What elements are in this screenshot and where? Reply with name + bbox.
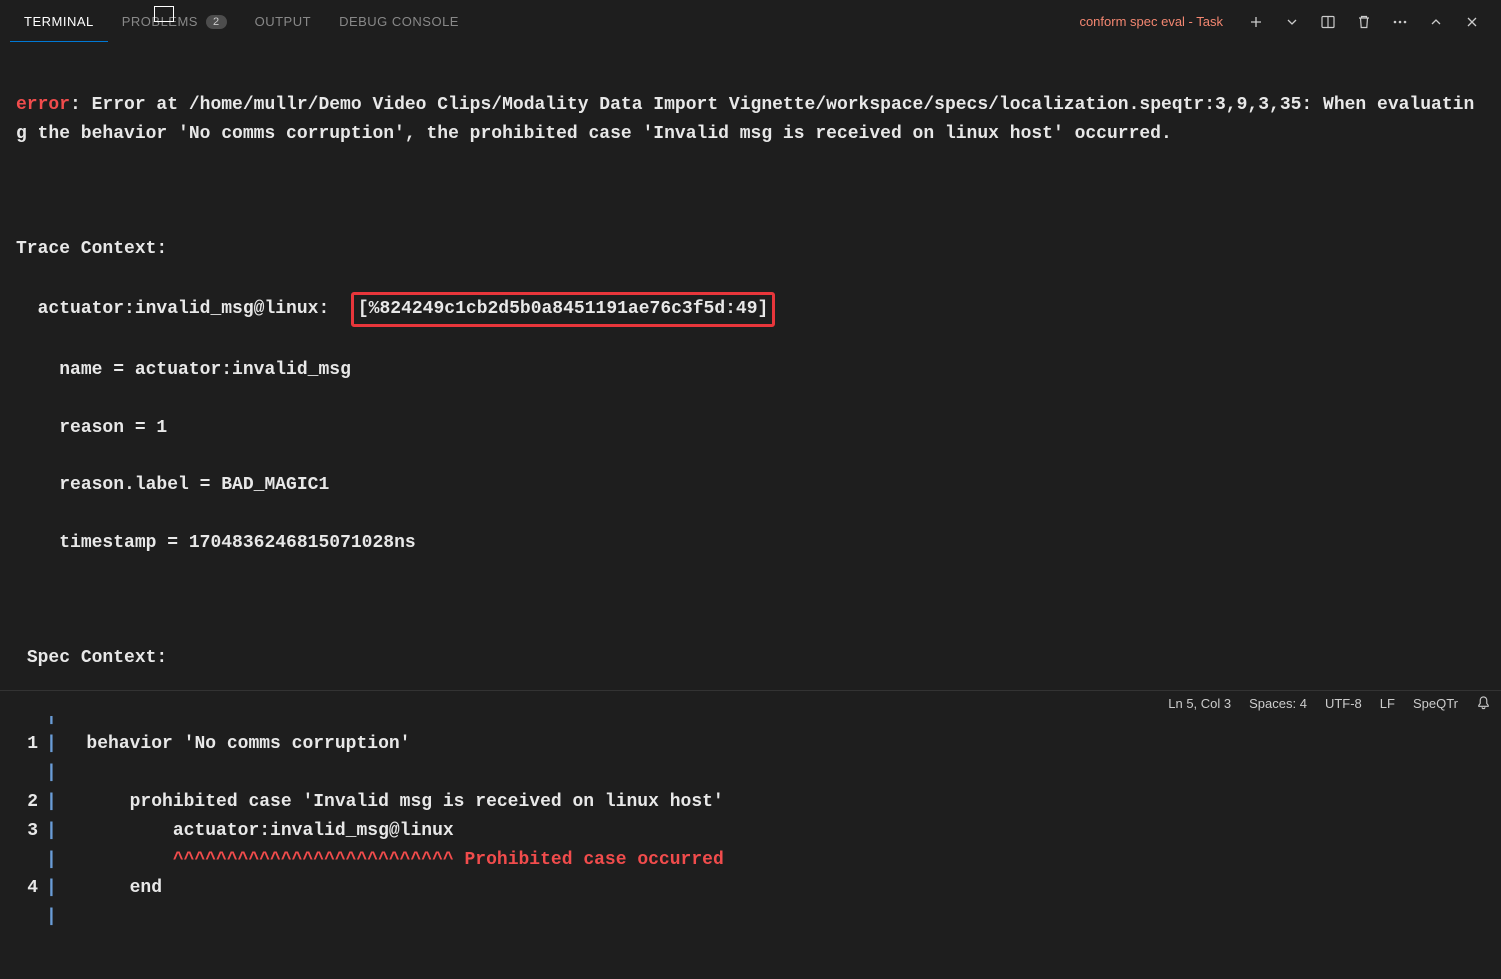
gutter-separator: |	[38, 817, 65, 846]
notifications-icon[interactable]	[1476, 695, 1491, 713]
split-terminal-button[interactable]	[1317, 11, 1339, 33]
task-name: conform spec eval - Task	[1079, 14, 1223, 29]
trace-context-header: Trace Context:	[16, 235, 1485, 264]
trace-prefix: actuator:invalid_msg@linux:	[16, 299, 351, 319]
status-eol[interactable]: LF	[1380, 696, 1395, 711]
attr-reason: reason = 1	[16, 414, 1485, 443]
tab-problems[interactable]: PROBLEMS 2	[108, 2, 241, 41]
line-number	[16, 903, 38, 932]
attr-timestamp: timestamp = 1704836246815071028ns	[16, 529, 1485, 558]
line-number: 3	[16, 817, 38, 846]
panel-actions: conform spec eval - Task	[1071, 11, 1491, 33]
tab-output[interactable]: OUTPUT	[241, 2, 325, 41]
spec-line: 1| behavior 'No comms corruption'	[16, 730, 1485, 759]
spec-text: actuator:invalid_msg@linux	[65, 817, 454, 846]
line-number	[16, 759, 38, 788]
tab-debug-console[interactable]: DEBUG CONSOLE	[325, 2, 473, 41]
spec-line: |	[16, 759, 1485, 788]
maximize-panel-button[interactable]	[1425, 11, 1447, 33]
spec-context-block: |1| behavior 'No comms corruption' |2| p…	[16, 702, 1485, 932]
gutter-separator: |	[38, 730, 65, 759]
spec-line: | ^^^^^^^^^^^^^^^^^^^^^^^^^^ Prohibited …	[16, 846, 1485, 875]
gutter-separator: |	[38, 788, 65, 817]
terminal-output[interactable]: error: Error at /home/mullr/Demo Video C…	[0, 44, 1501, 979]
spec-text: prohibited case 'Invalid msg is received…	[65, 788, 724, 817]
gutter-separator: |	[38, 846, 65, 875]
tab-terminal[interactable]: TERMINAL	[10, 2, 108, 42]
panel-header: TERMINAL PROBLEMS 2 OUTPUT DEBUG CONSOLE…	[0, 0, 1501, 44]
line-number	[16, 846, 38, 875]
status-position[interactable]: Ln 5, Col 3	[1168, 696, 1231, 711]
line-number: 1	[16, 730, 38, 759]
spec-line: 4| end	[16, 874, 1485, 903]
error-message: : Error at /home/mullr/Demo Video Clips/…	[16, 95, 1474, 144]
close-panel-button[interactable]	[1461, 11, 1483, 33]
attr-reason-label: reason.label = BAD_MAGIC1	[16, 471, 1485, 500]
spec-text: behavior 'No comms corruption'	[65, 730, 411, 759]
spec-line: |	[16, 903, 1485, 932]
trace-id-highlight: [%824249c1cb2d5b0a8451191ae76c3f5d:49]	[351, 292, 775, 327]
problems-count-badge: 2	[206, 15, 227, 29]
gutter-separator: |	[38, 759, 65, 788]
spec-context-header: Spec Context:	[16, 644, 1485, 673]
terminal-dropdown-icon[interactable]	[1281, 11, 1303, 33]
status-bar: Ln 5, Col 3 Spaces: 4 UTF-8 LF SpeQTr	[0, 690, 1501, 716]
status-encoding[interactable]: UTF-8	[1325, 696, 1362, 711]
terminal-task-label[interactable]: conform spec eval - Task	[1071, 14, 1231, 29]
gutter-separator: |	[38, 874, 65, 903]
new-terminal-button[interactable]	[1245, 11, 1267, 33]
error-line: error: Error at /home/mullr/Demo Video C…	[16, 91, 1485, 149]
spec-line: 2| prohibited case 'Invalid msg is recei…	[16, 788, 1485, 817]
more-actions-button[interactable]	[1389, 11, 1411, 33]
gutter-separator: |	[38, 903, 65, 932]
text-cursor-indicator	[154, 6, 174, 22]
spec-text: end	[65, 874, 162, 903]
attr-name: name = actuator:invalid_msg	[16, 356, 1485, 385]
status-language[interactable]: SpeQTr	[1413, 696, 1458, 711]
kill-terminal-button[interactable]	[1353, 11, 1375, 33]
status-spaces[interactable]: Spaces: 4	[1249, 696, 1307, 711]
spec-line: 3| actuator:invalid_msg@linux	[16, 817, 1485, 846]
error-label: error	[16, 95, 70, 115]
error-annotation: Prohibited case occurred	[465, 846, 724, 875]
panel-tabs: TERMINAL PROBLEMS 2 OUTPUT DEBUG CONSOLE	[10, 2, 473, 42]
caret-underline: ^^^^^^^^^^^^^^^^^^^^^^^^^^	[65, 846, 465, 875]
trace-line: actuator:invalid_msg@linux: [%824249c1cb…	[16, 292, 1485, 327]
line-number: 2	[16, 788, 38, 817]
line-number: 4	[16, 874, 38, 903]
